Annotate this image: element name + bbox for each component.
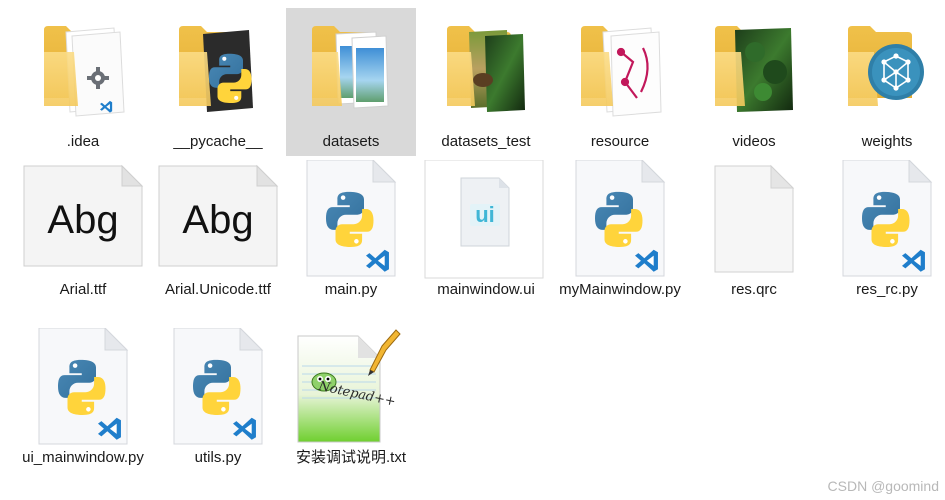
folder-pycache[interactable]: __pycache__ [153,8,283,156]
folder-icon [286,8,416,128]
folder-weights[interactable]: weights [822,8,945,156]
python-file-icon [18,328,148,448]
file-name-label: resource [590,133,650,150]
folder-idea[interactable]: .idea [18,8,148,156]
folder-icon [421,8,551,128]
file-name-label: myMainwindow.py [559,281,681,298]
folder-datasets[interactable]: datasets [286,8,416,156]
folder-datasets-test[interactable]: datasets_test [421,8,551,156]
file-name-label: res_rc.py [856,281,918,298]
ui-file-icon: ui [421,160,551,280]
file-ui-mainwindow-py[interactable]: ui_mainwindow.py [18,328,148,488]
file-name-label: .idea [66,133,100,150]
file-name-label: ui_mainwindow.py [22,449,144,466]
file-name-label: __pycache__ [173,133,263,150]
file-name-label: utils.py [194,449,242,466]
font-preview-text: Abg [182,198,254,242]
file-name-label: main.py [324,281,378,298]
file-name-label: res.qrc [731,281,777,298]
file-arial-unicode-ttf[interactable]: Abg Arial.Unicode.ttf [153,160,283,320]
font-file-icon: Abg [153,160,283,280]
python-file-icon [555,160,685,280]
folder-icon [689,8,819,128]
file-name-label: 安装调试说明.txt [295,449,406,466]
folder-icon [555,8,685,128]
font-preview-text: Abg [47,198,119,242]
file-arial-ttf[interactable]: Abg Arial.ttf [18,160,148,320]
folder-icon [822,8,945,128]
file-name-label: Arial.ttf [59,281,107,298]
file-name-label: Arial.Unicode.ttf [165,281,271,298]
file-main-py[interactable]: main.py [286,160,416,320]
python-file-icon [286,160,416,280]
file-install-notes-txt[interactable]: Notepad++ 安装调试说明.txt [286,328,416,488]
file-name-label: mainwindow.ui [437,281,535,298]
folder-icon [153,8,283,128]
file-name-label: datasets [322,133,380,150]
file-name-label: videos [732,133,776,150]
file-mainwindow-ui[interactable]: ui mainwindow.ui [421,160,551,320]
generic-file-icon [689,160,819,280]
python-file-icon [822,160,945,280]
python-file-icon [153,328,283,448]
folder-icon [18,8,148,128]
file-res-qrc[interactable]: res.qrc [689,160,819,320]
notepad-plus-plus-icon: Notepad++ [286,328,416,448]
font-file-icon: Abg [18,160,148,280]
file-name-label: weights [861,133,913,150]
folder-videos[interactable]: videos [689,8,819,156]
ui-icon-text: ui [475,202,495,227]
file-mymainwindow-py[interactable]: myMainwindow.py [555,160,685,320]
file-name-label: datasets_test [441,133,531,150]
watermark: CSDN @goomind [827,478,939,494]
folder-resource[interactable]: resource [555,8,685,156]
file-res-rc-py[interactable]: res_rc.py [822,160,945,320]
file-utils-py[interactable]: utils.py [153,328,283,488]
